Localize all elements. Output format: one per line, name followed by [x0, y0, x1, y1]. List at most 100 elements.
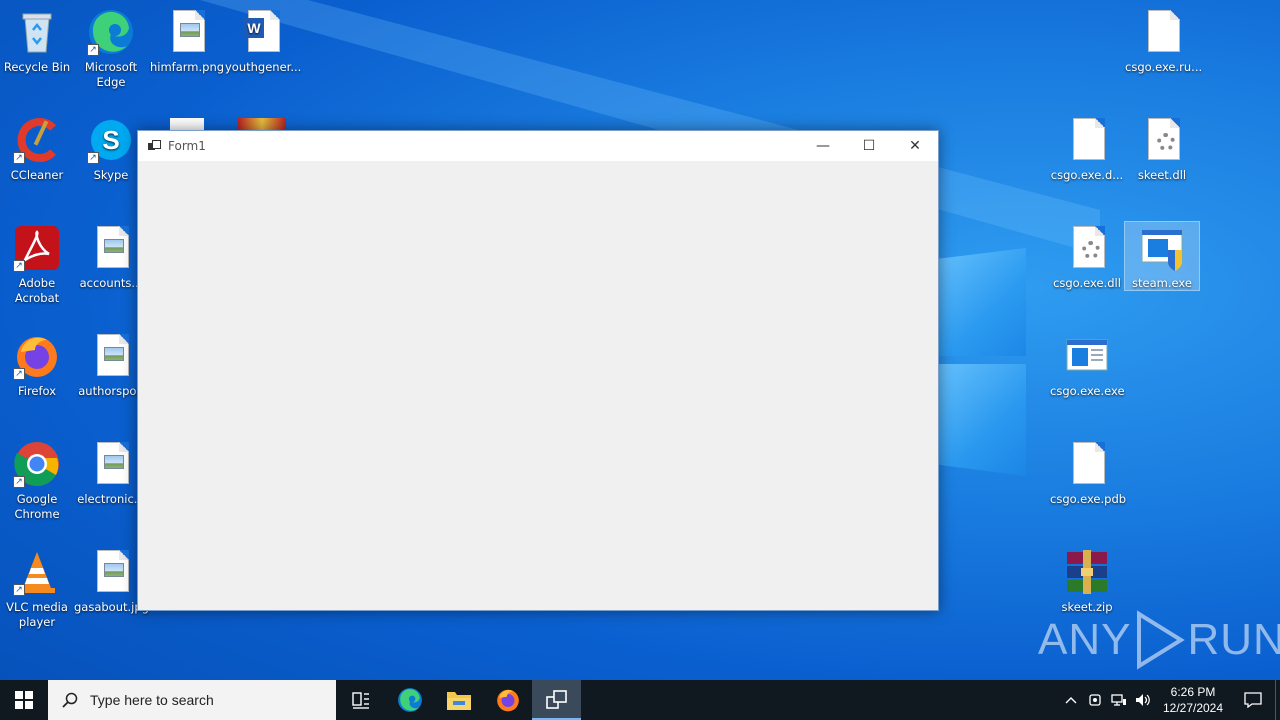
window-client-area[interactable]	[138, 161, 938, 610]
windows-logo-icon	[15, 691, 33, 709]
desktop-icon-steam-exe[interactable]: steam.exe	[1124, 221, 1200, 291]
desktop-icon-label: Microsoft Edge	[84, 60, 138, 89]
clock-date: 12/27/2024	[1162, 701, 1224, 715]
desktop-icon-label: Firefox	[17, 384, 57, 398]
close-button[interactable]: ✕	[892, 131, 938, 161]
desktop-icon-label: skeet.dll	[1137, 168, 1187, 182]
taskbar: Type here to search 6:26 PM 12/27/2024	[0, 680, 1280, 720]
desktop-icon-csgo-exe-dll[interactable]: csgo.exe.dll	[1050, 224, 1124, 291]
desktop-icon-skeet-zip[interactable]: skeet.zip	[1050, 548, 1124, 615]
task-view-button[interactable]	[336, 680, 385, 720]
desktop-icon-youthgener[interactable]: W youthgener...	[225, 8, 302, 75]
exe-window-icon	[1063, 332, 1111, 380]
desktop-icon-himfarm[interactable]: himfarm.png	[150, 8, 224, 75]
desktop-icon-label: csgo.exe.pdb	[1050, 492, 1127, 506]
desktop-icon-label: Recycle Bin	[3, 60, 71, 74]
desktop-icon-csgo-exe-pdb[interactable]: csgo.exe.pdb	[1050, 440, 1127, 507]
app-window-icon	[545, 690, 567, 709]
desktop-icon-label: csgo.exe.d...	[1050, 168, 1124, 182]
tray-device-button[interactable]	[1083, 680, 1107, 720]
word-document-icon: W	[238, 8, 286, 56]
desktop-icon-vlc[interactable]: ↗ VLC media player	[0, 548, 74, 630]
desktop-icon-csgo-exe-d[interactable]: csgo.exe.d...	[1050, 116, 1124, 183]
desktop-icon-ccleaner[interactable]: ↗ CCleaner	[0, 116, 74, 183]
desktop-icon-label: youthgener...	[225, 60, 302, 74]
desktop-icon-label: steam.exe	[1132, 276, 1192, 290]
desktop-icon-csgo-exe-exe[interactable]: csgo.exe.exe	[1050, 332, 1125, 399]
minimize-button[interactable]: —	[800, 131, 846, 161]
form1-window[interactable]: Form1 — ☐ ✕	[137, 130, 939, 611]
folder-icon	[446, 692, 471, 710]
volume-button[interactable]	[1131, 680, 1155, 720]
image-file-icon	[87, 224, 135, 272]
app-window-icon	[146, 138, 162, 154]
shortcut-arrow-icon: ↗	[13, 152, 25, 164]
watermark-text-right: RUN	[1187, 615, 1280, 664]
network-icon	[1111, 694, 1126, 706]
desktop-icon-google-chrome[interactable]: ↗ Google Chrome	[0, 440, 74, 522]
search-icon	[62, 692, 78, 708]
chevron-up-icon	[1065, 697, 1077, 704]
desktop-icon-label: Adobe Acrobat	[14, 276, 60, 305]
desktop-icon-microsoft-edge[interactable]: ↗ Microsoft Edge	[74, 8, 148, 90]
task-view-icon	[351, 692, 369, 709]
desktop-icon-label: csgo.exe.ru...	[1125, 60, 1203, 74]
shortcut-arrow-icon: ↗	[13, 368, 25, 380]
shortcut-arrow-icon: ↗	[13, 260, 25, 272]
dll-gear-file-icon	[1063, 224, 1111, 272]
play-triangle-icon	[1137, 610, 1186, 670]
firefox-icon	[496, 689, 519, 712]
system-tray: 6:26 PM 12/27/2024	[1059, 680, 1280, 720]
desktop-icon-label: CCleaner	[10, 168, 64, 182]
desktop-icon-firefox[interactable]: ↗ Firefox	[0, 332, 74, 399]
taskbar-firefox[interactable]	[483, 680, 532, 720]
desktop-icon-skeet-dll[interactable]: skeet.dll	[1125, 116, 1199, 183]
start-button[interactable]	[0, 680, 48, 720]
show-hidden-icons-button[interactable]	[1059, 680, 1083, 720]
window-titlebar[interactable]: Form1 — ☐ ✕	[138, 131, 938, 161]
taskbar-form1[interactable]	[532, 680, 581, 720]
acrobat-icon: ↗	[13, 224, 61, 272]
desktop-icon-label: VLC media player	[6, 600, 68, 629]
recycle-bin-icon	[13, 8, 61, 56]
notifications-button[interactable]	[1231, 680, 1275, 720]
taskbar-edge[interactable]	[385, 680, 434, 720]
desktop-icon-label: Google Chrome	[14, 492, 60, 521]
taskbar-file-explorer[interactable]	[434, 680, 483, 720]
firefox-icon: ↗	[13, 332, 61, 380]
desktop-icon-recycle-bin[interactable]: Recycle Bin	[0, 8, 74, 75]
edge-icon	[397, 688, 422, 712]
taskbar-search-box[interactable]: Type here to search	[48, 680, 336, 720]
desktop-icon-label: csgo.exe.dll	[1053, 276, 1121, 290]
desktop-icon-label: csgo.exe.exe	[1050, 384, 1125, 398]
blank-file-icon	[1063, 116, 1111, 164]
shortcut-arrow-icon: ↗	[13, 584, 25, 596]
svg-text:S: S	[102, 125, 119, 155]
clock-time: 6:26 PM	[1170, 685, 1216, 699]
show-desktop-button[interactable]	[1275, 680, 1280, 720]
taskbar-clock[interactable]: 6:26 PM 12/27/2024	[1155, 684, 1231, 716]
shortcut-arrow-icon: ↗	[87, 152, 99, 164]
blank-file-icon	[1063, 440, 1111, 488]
watermark-text-left: ANY	[1038, 615, 1132, 664]
blank-file-icon	[1138, 8, 1186, 56]
hidden-file-icon	[170, 118, 204, 130]
notification-icon	[1244, 692, 1262, 708]
window-title: Form1	[168, 139, 206, 153]
network-button[interactable]	[1107, 680, 1131, 720]
desktop-icon-label: himfarm.png	[150, 60, 225, 74]
shortcut-arrow-icon: ↗	[13, 476, 25, 488]
hidden-archive-icon	[238, 118, 286, 130]
ccleaner-icon: ↗	[13, 116, 61, 164]
maximize-button[interactable]: ☐	[846, 131, 892, 161]
dll-gear-file-icon	[1138, 116, 1186, 164]
winrar-archive-icon	[1063, 548, 1111, 596]
chrome-icon: ↗	[13, 440, 61, 488]
shortcut-arrow-icon: ↗	[87, 44, 99, 56]
desktop-icon-adobe-acrobat[interactable]: ↗ Adobe Acrobat	[0, 224, 74, 306]
edge-icon: ↗	[87, 8, 135, 56]
image-file-icon	[87, 548, 135, 596]
vlc-cone-icon: ↗	[13, 548, 61, 596]
image-file-icon	[163, 8, 211, 56]
desktop-icon-csgo-exe-ru[interactable]: csgo.exe.ru...	[1125, 8, 1203, 75]
